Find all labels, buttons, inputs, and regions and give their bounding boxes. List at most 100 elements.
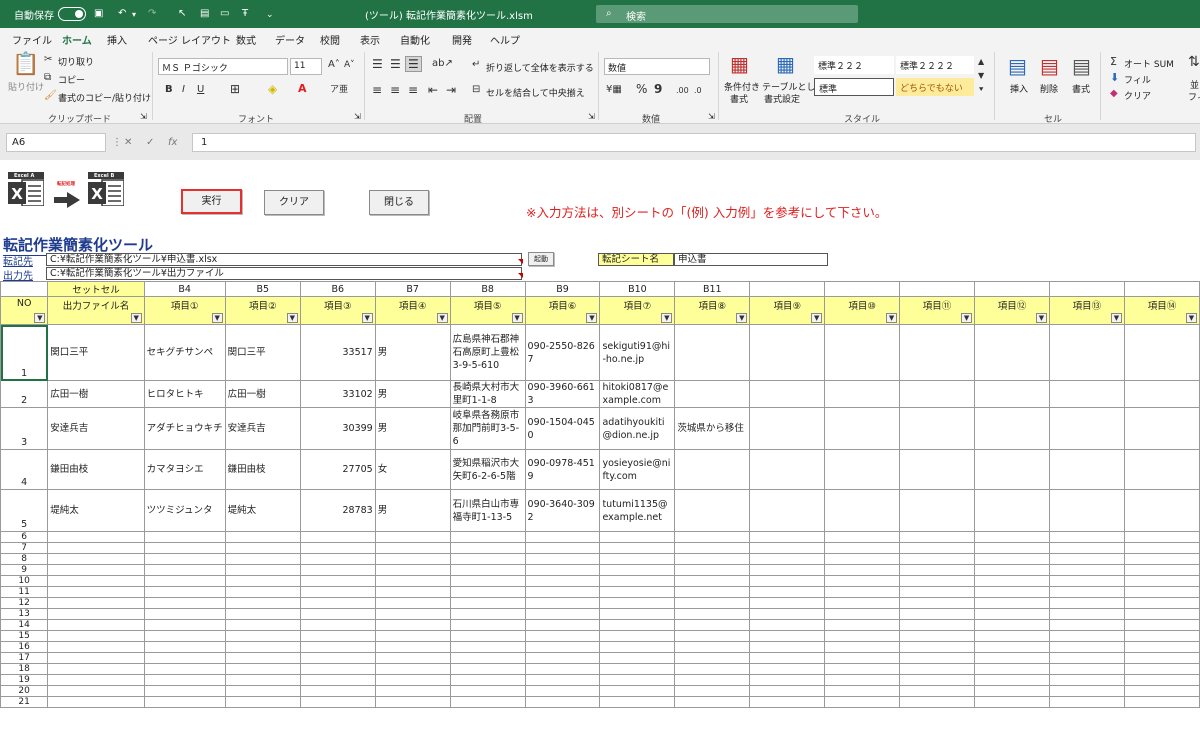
table-cell[interactable]: 鎌田由枝 <box>47 449 145 490</box>
table-cell[interactable] <box>674 380 751 408</box>
table-cell[interactable]: 090-0978-4519 <box>524 449 601 490</box>
table-cell[interactable] <box>749 542 826 554</box>
row-number-cell[interactable]: 9 <box>0 564 49 576</box>
autosum-icon[interactable]: Σ <box>1110 56 1117 68</box>
row-number-cell[interactable]: 21 <box>0 696 49 708</box>
table-cell[interactable] <box>143 553 226 565</box>
table-cell[interactable] <box>974 597 1050 609</box>
table-cell[interactable] <box>524 575 601 587</box>
table-cell[interactable] <box>299 685 376 697</box>
comma-icon[interactable]: 9 <box>654 83 662 95</box>
row-number-cell[interactable]: 17 <box>0 652 49 664</box>
table-cell[interactable] <box>899 324 976 381</box>
row-number-cell[interactable]: 18 <box>0 663 49 675</box>
table-cell[interactable] <box>674 630 751 642</box>
autosave-toggle[interactable] <box>58 7 86 21</box>
table-cell[interactable] <box>143 564 226 576</box>
table-cell[interactable] <box>899 619 976 631</box>
table-cell[interactable] <box>143 586 226 598</box>
table-cell[interactable] <box>674 641 751 653</box>
row-number-cell[interactable]: 1 <box>0 324 49 381</box>
table-cell[interactable] <box>749 685 826 697</box>
table-cell[interactable] <box>1048 564 1125 576</box>
table-cell[interactable] <box>47 608 145 620</box>
header-cell[interactable]: 項目③ ▼ <box>299 296 376 325</box>
table-cell[interactable] <box>449 575 526 587</box>
table-cell[interactable] <box>899 542 976 554</box>
table-cell[interactable] <box>1123 641 1200 653</box>
format-text-icon[interactable]: Ŧ <box>242 7 248 21</box>
table-cell[interactable] <box>47 564 145 576</box>
table-cell[interactable] <box>749 608 826 620</box>
insert-cells-icon[interactable]: ▤ <box>1008 56 1027 76</box>
table-cell[interactable] <box>674 542 751 554</box>
table-cell[interactable] <box>143 597 226 609</box>
format-painter-button[interactable]: 書式のコピー/貼り付け <box>58 91 151 104</box>
clear-icon[interactable]: ◆ <box>1110 88 1118 100</box>
filter-dropdown-icon[interactable]: ▼ <box>1110 313 1122 323</box>
table-cell[interactable] <box>899 608 976 620</box>
table-cell[interactable] <box>299 531 376 543</box>
table-cell[interactable] <box>143 641 226 653</box>
table-cell[interactable] <box>47 685 145 697</box>
enter-icon[interactable]: ✓ <box>146 137 154 148</box>
address-cell[interactable]: B11 <box>674 281 751 297</box>
table-cell[interactable] <box>449 542 526 554</box>
table-cell[interactable] <box>449 641 526 653</box>
table-cell[interactable] <box>524 685 601 697</box>
row-number-cell[interactable]: 12 <box>0 597 49 609</box>
header-cell[interactable]: 項目⑭ ▼ <box>1123 296 1200 325</box>
row-number-cell[interactable]: 15 <box>0 630 49 642</box>
table-cell[interactable]: 石川県白山市専福寺町1-13-5 <box>449 489 526 532</box>
table-cell[interactable]: セキグチサンペ <box>143 324 226 381</box>
fill-button[interactable]: フィル <box>1124 73 1151 86</box>
row-number-cell[interactable]: 7 <box>0 542 49 554</box>
table-cell[interactable]: 27705 <box>299 449 376 490</box>
table-cell[interactable] <box>974 531 1050 543</box>
table-cell[interactable] <box>824 553 901 565</box>
table-cell[interactable] <box>1123 575 1200 587</box>
table-cell[interactable] <box>1123 652 1200 664</box>
address-cell[interactable] <box>0 281 49 297</box>
table-cell[interactable] <box>749 674 826 686</box>
table-cell[interactable] <box>599 652 676 664</box>
header-cell[interactable]: 項目⑦ ▼ <box>599 296 676 325</box>
table-cell[interactable] <box>974 641 1050 653</box>
percent-icon[interactable]: % <box>636 83 647 95</box>
table-cell[interactable] <box>143 542 226 554</box>
table-cell[interactable] <box>974 685 1050 697</box>
table-cell[interactable] <box>143 663 226 675</box>
table-cell[interactable] <box>674 619 751 631</box>
tab-help[interactable]: ヘルプ <box>490 32 520 47</box>
table-cell[interactable] <box>224 663 301 675</box>
table-cell[interactable] <box>674 531 751 543</box>
table-cell[interactable]: アダチヒョウキチ <box>143 407 226 450</box>
table-cell[interactable] <box>374 531 451 543</box>
customize-toolbar-icon[interactable]: ⌄ <box>266 8 274 22</box>
table-cell[interactable] <box>224 531 301 543</box>
table-cell[interactable] <box>599 553 676 565</box>
table-cell[interactable] <box>824 542 901 554</box>
table-cell[interactable] <box>974 652 1050 664</box>
table-cell[interactable] <box>1048 663 1125 675</box>
table-cell[interactable] <box>1123 489 1200 532</box>
header-cell[interactable]: NO ▼ <box>0 296 49 325</box>
table-cell[interactable]: 鎌田由枝 <box>224 449 301 490</box>
name-box[interactable]: A6 <box>6 133 106 152</box>
table-cell[interactable]: 28783 <box>299 489 376 532</box>
number-format-select[interactable]: 数値 <box>604 58 710 75</box>
document-icon[interactable]: ▭ <box>220 7 229 21</box>
align-middle-icon[interactable]: ☰ <box>390 58 401 70</box>
number-launcher-icon[interactable]: ⇲ <box>708 112 715 121</box>
paste-button[interactable]: 貼り付け <box>8 80 44 93</box>
table-cell[interactable] <box>224 685 301 697</box>
align-top-icon[interactable]: ☰ <box>372 58 383 70</box>
format-cells-button[interactable]: 書式 <box>1072 82 1090 95</box>
table-cell[interactable] <box>1048 407 1125 450</box>
table-cell[interactable] <box>299 696 376 708</box>
save-icon[interactable]: ▣ <box>94 7 103 21</box>
table-cell[interactable] <box>1048 575 1125 587</box>
table-cell[interactable] <box>674 685 751 697</box>
table-cell[interactable] <box>749 553 826 565</box>
header-cell[interactable]: 項目④ ▼ <box>374 296 451 325</box>
